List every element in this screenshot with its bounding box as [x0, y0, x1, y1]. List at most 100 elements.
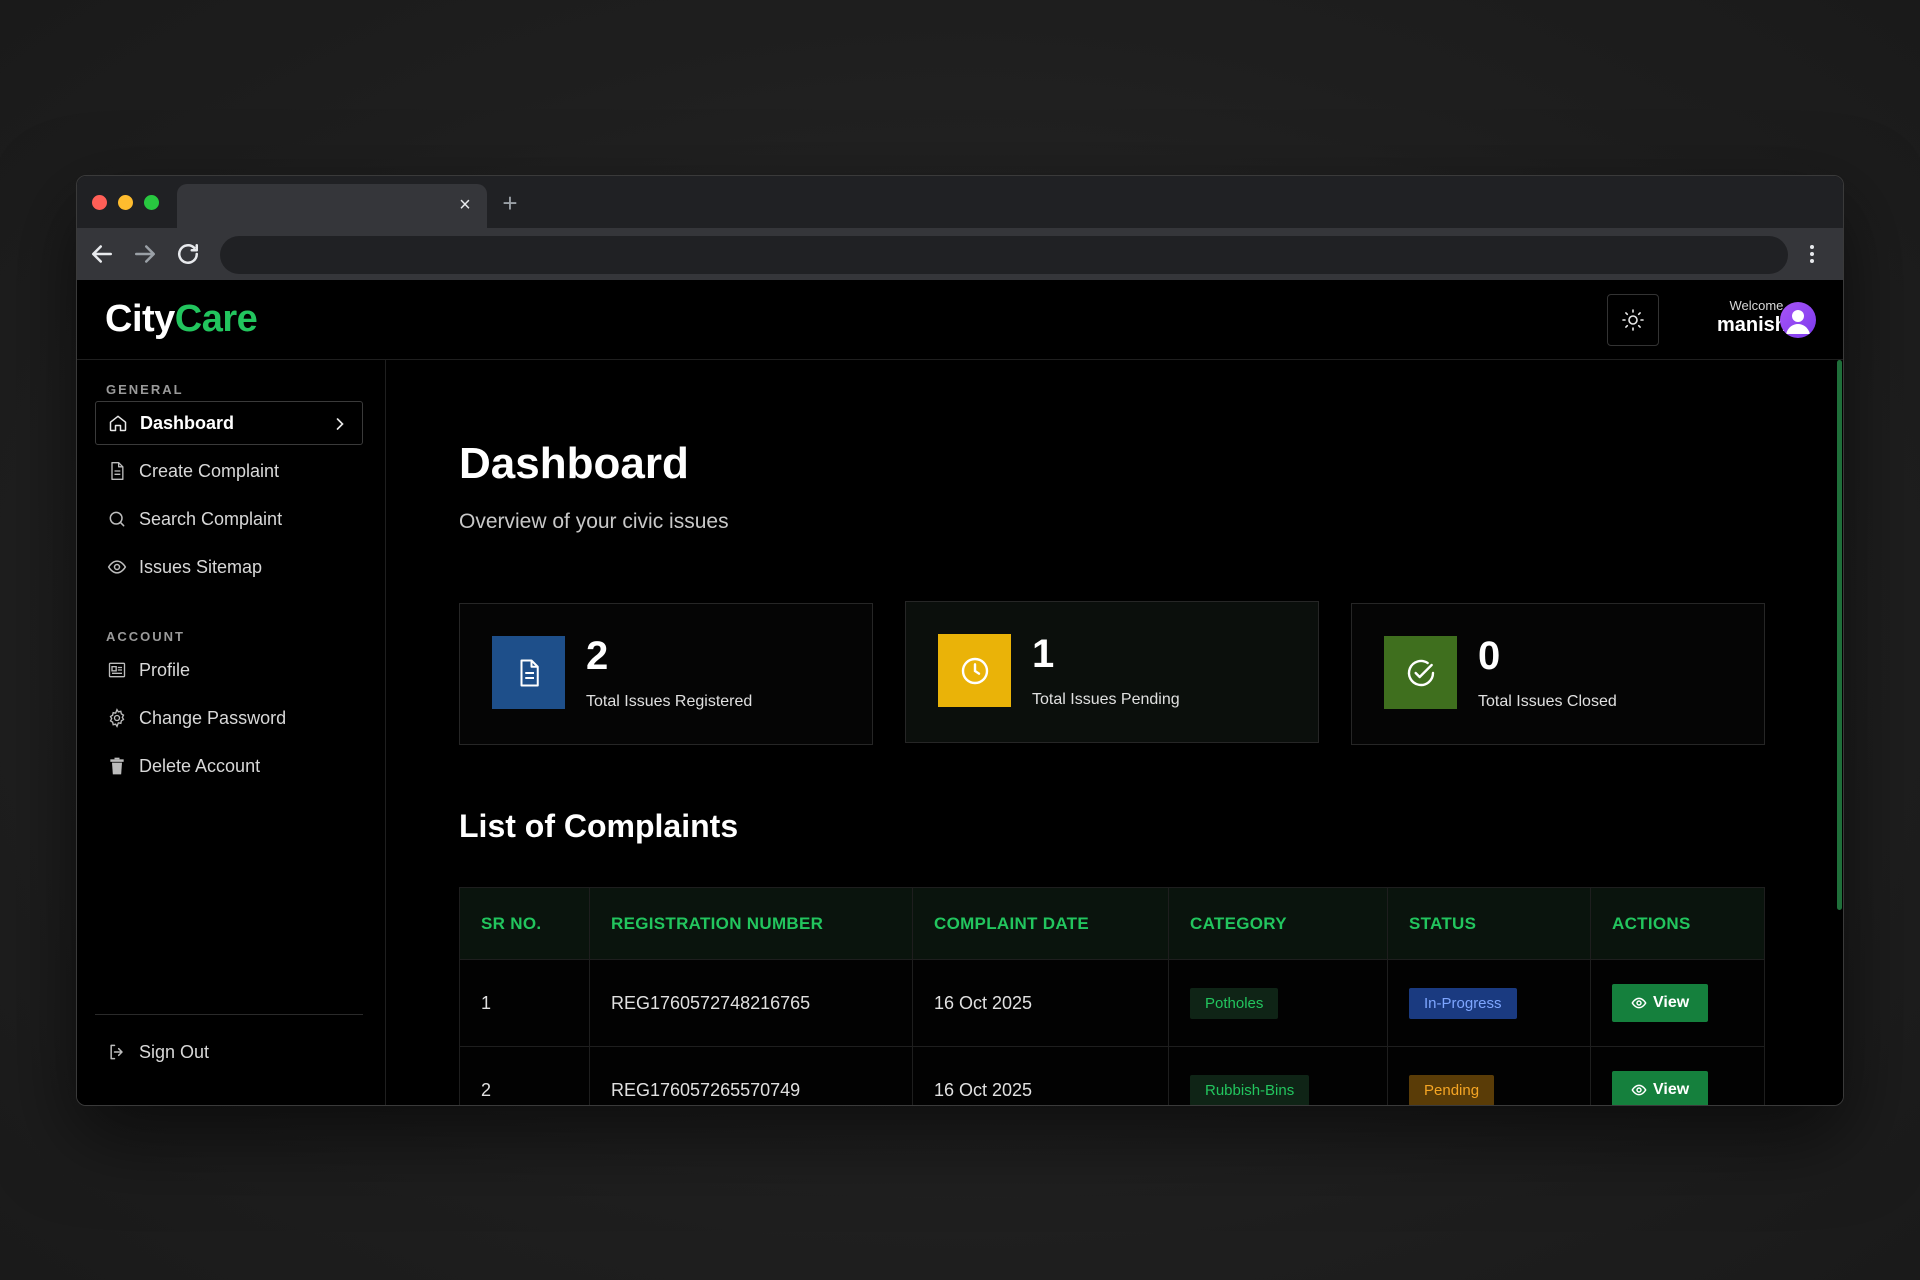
- sidebar-item-label: Search Complaint: [139, 508, 283, 529]
- cell-date: 16 Oct 2025: [912, 1046, 1169, 1105]
- complaints-table: SR NO. REGISTRATION NUMBER COMPLAINT DAT…: [459, 887, 1765, 1105]
- category-badge: Potholes: [1190, 987, 1279, 1019]
- cell-registration: REG1760572748216765: [589, 959, 913, 1047]
- gear-icon: [106, 707, 128, 729]
- table-header-row: SR NO. REGISTRATION NUMBER COMPLAINT DAT…: [459, 887, 1765, 960]
- view-button[interactable]: View: [1612, 984, 1709, 1022]
- page-subtitle: Overview of your civic issues: [459, 510, 729, 533]
- sidebar-item-profile[interactable]: Profile: [95, 648, 363, 692]
- browser-tab[interactable]: ×: [177, 184, 487, 228]
- chevron-right-icon: [330, 414, 350, 434]
- stat-label: Total Issues Closed: [1478, 693, 1617, 710]
- table-row: 1 REG1760572748216765 16 Oct 2025 Pothol…: [459, 959, 1765, 1047]
- sidebar-item-label: Create Complaint: [139, 460, 280, 481]
- column-header: ACTIONS: [1590, 887, 1765, 960]
- avatar[interactable]: [1780, 302, 1816, 338]
- trash-icon: [106, 755, 128, 777]
- eye-icon: [106, 556, 128, 578]
- column-header: REGISTRATION NUMBER: [589, 887, 913, 960]
- sidebar: GENERAL Dashboard Create Complaint Searc…: [77, 360, 386, 1105]
- maximize-window-button[interactable]: [144, 195, 159, 210]
- list-title: List of Complaints: [459, 808, 739, 844]
- sidebar-item-dashboard[interactable]: Dashboard: [95, 401, 363, 445]
- new-tab-button[interactable]: +: [495, 188, 525, 218]
- table-row: 2 REG176057265570749 16 Oct 2025 Rubbish…: [459, 1046, 1765, 1105]
- status-badge: In-Progress: [1409, 987, 1517, 1019]
- sidebar-item-label: Delete Account: [139, 755, 261, 776]
- status-badge: Pending: [1409, 1074, 1495, 1105]
- section-label-general: GENERAL: [106, 382, 184, 397]
- scrollbar[interactable]: [1837, 360, 1842, 910]
- cell-actions: View: [1590, 959, 1765, 1047]
- check-circle-icon: [1384, 636, 1457, 709]
- search-icon: [106, 508, 128, 530]
- eye-icon: [1631, 997, 1647, 1009]
- sidebar-item-label: Profile: [139, 659, 191, 680]
- stat-value: 1: [1032, 632, 1055, 676]
- stat-card-registered: 2 Total Issues Registered: [459, 603, 873, 745]
- theme-toggle-button[interactable]: [1607, 294, 1659, 346]
- logo-city-text: City: [105, 298, 175, 340]
- cell-registration: REG176057265570749: [589, 1046, 913, 1105]
- reload-icon[interactable]: [173, 239, 203, 269]
- sidebar-item-label: Dashboard: [140, 412, 235, 433]
- cell-category: Rubbish-Bins: [1168, 1046, 1388, 1105]
- cell-sr: 2: [459, 1046, 590, 1105]
- document-icon: [106, 460, 128, 482]
- sign-out-icon: [106, 1041, 128, 1063]
- eye-icon: [1631, 1084, 1647, 1096]
- view-button[interactable]: View: [1612, 1071, 1709, 1105]
- sidebar-item-create-complaint[interactable]: Create Complaint: [95, 449, 363, 493]
- cell-actions: View: [1590, 1046, 1765, 1105]
- address-bar[interactable]: [220, 236, 1788, 274]
- view-button-label: View: [1653, 994, 1690, 1011]
- main-content: Dashboard Overview of your civic issues …: [387, 360, 1843, 1105]
- view-button-label: View: [1653, 1081, 1690, 1098]
- page-title: Dashboard: [459, 439, 689, 488]
- logo-care-text: Care: [174, 298, 258, 340]
- logo[interactable]: CityCare: [105, 298, 258, 341]
- stat-value: 2: [586, 634, 609, 678]
- cell-status: In-Progress: [1387, 959, 1591, 1047]
- column-header: SR NO.: [459, 887, 590, 960]
- cell-status: Pending: [1387, 1046, 1591, 1105]
- cell-date: 16 Oct 2025: [912, 959, 1169, 1047]
- browser-menu-icon[interactable]: [1797, 239, 1827, 269]
- sun-icon: [1622, 309, 1644, 331]
- stat-card-pending: 1 Total Issues Pending: [905, 601, 1319, 743]
- sign-out-button[interactable]: Sign Out: [95, 1030, 363, 1074]
- sidebar-item-label: Change Password: [139, 707, 287, 728]
- forward-icon[interactable]: [130, 239, 160, 269]
- id-card-icon: [106, 659, 128, 681]
- browser-tab-bar: × +: [77, 176, 1843, 228]
- stat-value: 0: [1478, 634, 1501, 678]
- minimize-window-button[interactable]: [118, 195, 133, 210]
- app-header: CityCare Welcome, manish: [77, 280, 1843, 360]
- sidebar-item-delete-account[interactable]: Delete Account: [95, 744, 363, 788]
- category-badge: Rubbish-Bins: [1190, 1074, 1310, 1105]
- welcome-block: Welcome, manish: [1677, 298, 1787, 337]
- document-icon: [492, 636, 565, 709]
- browser-window: × + CityCare Welcome, manish GENERAL Das…: [76, 175, 1844, 1106]
- stat-label: Total Issues Registered: [586, 693, 753, 710]
- clock-icon: [938, 634, 1011, 707]
- sidebar-item-issues-sitemap[interactable]: Issues Sitemap: [95, 545, 363, 589]
- user-name: manish: [1716, 314, 1787, 336]
- column-header: COMPLAINT DATE: [912, 887, 1169, 960]
- close-window-button[interactable]: [92, 195, 107, 210]
- cell-sr: 1: [459, 959, 590, 1047]
- app-root: CityCare Welcome, manish GENERAL Dashboa…: [77, 280, 1843, 1105]
- sidebar-item-change-password[interactable]: Change Password: [95, 696, 363, 740]
- browser-toolbar: [77, 228, 1843, 280]
- column-header: STATUS: [1387, 887, 1591, 960]
- cell-category: Potholes: [1168, 959, 1388, 1047]
- sidebar-divider: [95, 1014, 363, 1015]
- stat-card-closed: 0 Total Issues Closed: [1351, 603, 1765, 745]
- sidebar-item-search-complaint[interactable]: Search Complaint: [95, 497, 363, 541]
- welcome-label: Welcome,: [1729, 298, 1787, 313]
- column-header: CATEGORY: [1168, 887, 1388, 960]
- sign-out-label: Sign Out: [139, 1041, 210, 1062]
- back-icon[interactable]: [87, 239, 117, 269]
- stat-label: Total Issues Pending: [1032, 691, 1180, 708]
- tab-close-icon[interactable]: ×: [453, 193, 477, 217]
